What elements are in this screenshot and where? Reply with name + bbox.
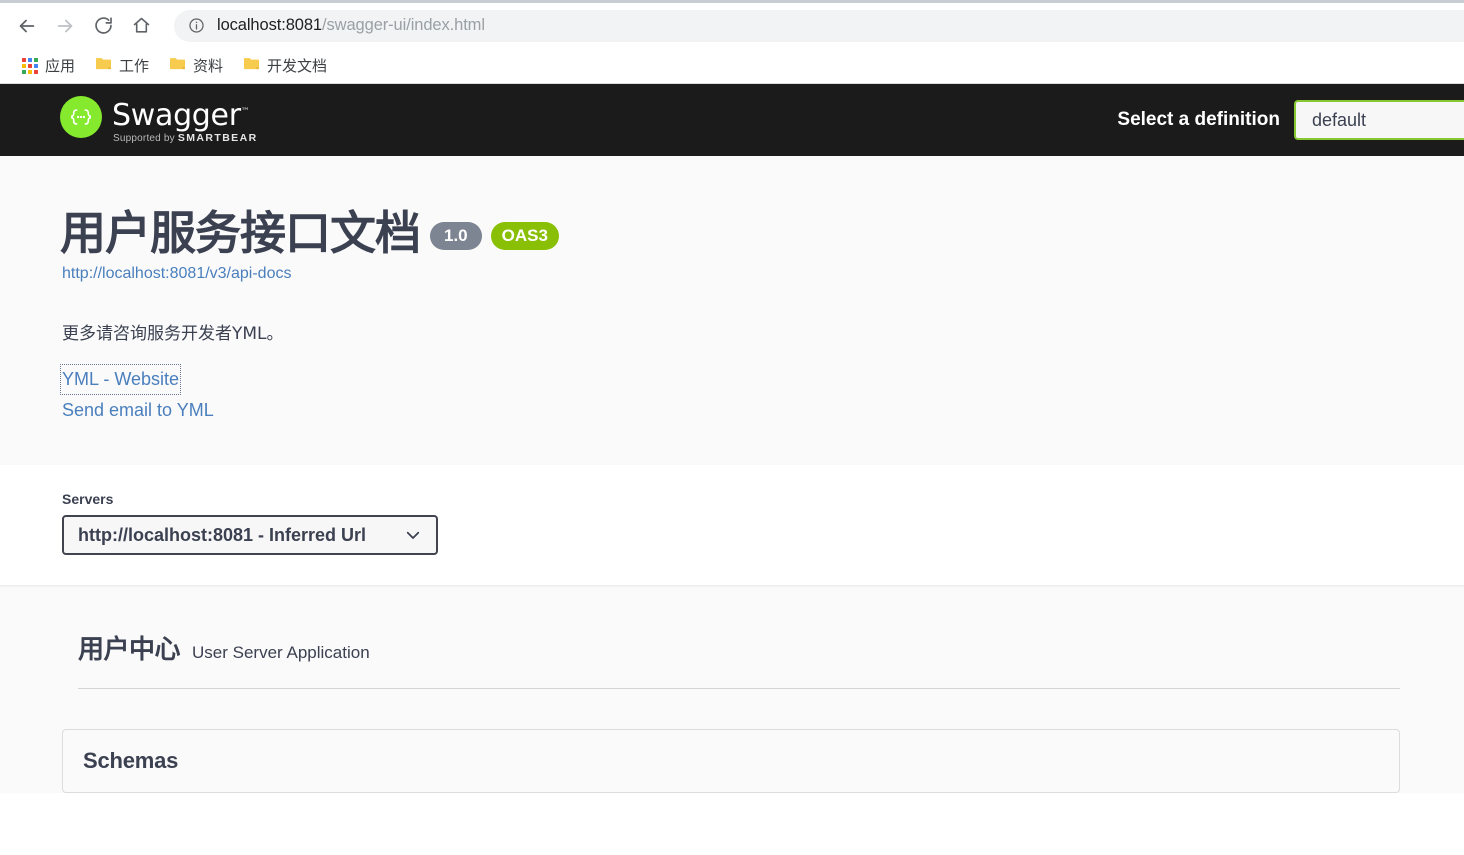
arrow-left-icon [16,15,38,37]
url-path: /swagger-ui/index.html [322,16,485,34]
info-circle-icon[interactable] [188,17,205,34]
back-button[interactable] [10,9,44,43]
definition-select-value: default [1312,109,1367,130]
api-info-section: 用户服务接口文档 1.0 OAS3 http://localhost:8081/… [0,156,1464,466]
server-select[interactable]: http://localhost:8081 - Inferred Url [62,515,438,556]
folder-icon [169,56,186,76]
bookmark-label: 工作 [119,58,150,75]
server-select-value: http://localhost:8081 - Inferred Url [78,524,367,545]
tags-section: 用户中心 User Server Application [0,585,1464,690]
api-description: 更多请咨询服务开发者YML。 [62,323,284,344]
address-bar-url: localhost:8081/swagger-ui/index.html [217,16,485,35]
website-link[interactable]: YML - Website [59,363,182,396]
schemas-box[interactable]: Schemas [62,729,1400,794]
tag-name: 用户中心 [78,635,181,666]
reload-button[interactable] [86,9,120,43]
smartbear-brand: SMARTBEAR [177,132,258,144]
tag-header[interactable]: 用户中心 User Server Application [60,629,1400,688]
page-title: 用户服务接口文档 1.0 OAS3 [60,208,1400,259]
swagger-topbar: Swagger™ Supported by SMARTBEAR Select a… [0,84,1464,156]
home-button[interactable] [124,9,158,43]
chevron-down-icon [404,526,422,544]
browser-chrome: localhost:8081/swagger-ui/index.html 应用 … [0,0,1464,84]
api-title-text: 用户服务接口文档 [60,206,421,260]
swagger-wordmark: Swagger™ [112,98,250,133]
arrow-right-icon [54,15,76,37]
bookmark-folder-work[interactable]: 工作 [87,52,157,80]
servers-label: Servers [62,491,114,508]
api-contact-links: YML - Website Send email to YML [59,363,1400,426]
swagger-logo[interactable]: Swagger™ Supported by SMARTBEAR [60,96,258,144]
schemas-section: Schemas [0,689,1464,794]
browser-toolbar: localhost:8081/swagger-ui/index.html [0,3,1464,48]
version-badge: 1.0 [430,221,482,250]
schemas-title: Schemas [83,748,179,774]
address-bar[interactable]: localhost:8081/swagger-ui/index.html [174,9,1464,42]
swagger-ui-body: 用户服务接口文档 1.0 OAS3 http://localhost:8081/… [0,156,1464,794]
swagger-mark-icon [60,96,102,138]
apps-grid-icon [22,57,38,74]
bookmarks-bar: 应用 工作 资料 开发文档 [0,48,1464,84]
bookmark-apps[interactable]: 应用 [14,52,83,80]
forward-button[interactable] [48,9,82,43]
home-icon [131,15,152,36]
url-host: localhost:8081 [217,16,323,34]
oas-version-badge: OAS3 [490,221,559,250]
bookmark-label: 应用 [45,58,76,75]
definition-selector-area: Select a definition default [1117,84,1464,156]
folder-icon [243,56,260,76]
definition-select[interactable]: default [1294,100,1464,140]
bookmark-label: 开发文档 [267,58,328,75]
api-docs-link[interactable]: http://localhost:8081/v3/api-docs [62,265,1400,283]
trademark-mark: ™ [240,107,250,117]
bookmark-folder-materials[interactable]: 资料 [161,52,231,80]
reload-icon [93,15,114,36]
servers-section: Servers http://localhost:8081 - Inferred… [0,465,1464,586]
email-link[interactable]: Send email to YML [62,397,214,425]
bookmark-folder-dev-docs[interactable]: 开发文档 [235,52,335,80]
tag-description: User Server Application [192,643,370,663]
folder-icon [95,56,112,76]
swagger-sponsor-text: Supported by SMARTBEAR [113,132,258,144]
bookmark-label: 资料 [193,58,224,75]
select-definition-label: Select a definition [1117,109,1280,130]
